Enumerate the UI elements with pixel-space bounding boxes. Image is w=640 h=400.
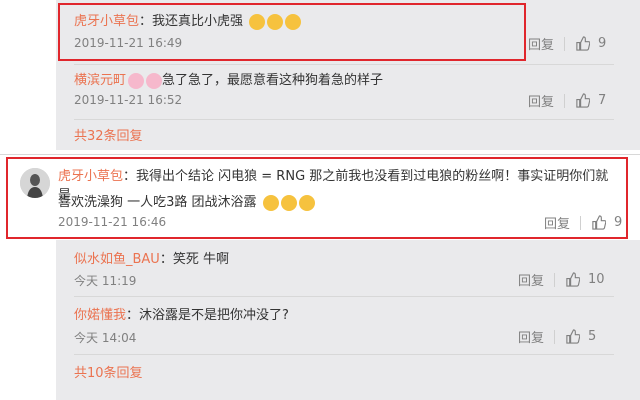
- comment-text: ：沐浴露是不是把你冲没了?: [126, 308, 289, 323]
- divider: [554, 329, 556, 344]
- divider: [564, 93, 566, 108]
- timestamp: 今天 11:19: [74, 274, 137, 288]
- pig-emoji-icon: [128, 72, 145, 89]
- more-replies-link[interactable]: 共10条回复: [74, 362, 143, 381]
- thumbs-up-icon[interactable]: [575, 93, 591, 108]
- reply-button[interactable]: 回复: [528, 34, 554, 53]
- more-replies-link[interactable]: 共32条回复: [74, 125, 143, 144]
- reply-button[interactable]: 回复: [528, 91, 554, 110]
- username[interactable]: 横滨元町: [74, 73, 126, 88]
- reply-item: 似水如鱼_BAU：笑死 牛啊: [74, 248, 229, 267]
- thumbs-up-icon[interactable]: [565, 272, 581, 287]
- comment-text: ：笑死 牛啊: [159, 252, 229, 267]
- divider: [554, 272, 556, 287]
- thumbs-up-icon[interactable]: [575, 36, 591, 51]
- highlight-box: [58, 3, 526, 61]
- like-count: 7: [598, 93, 607, 108]
- divider: [0, 154, 640, 155]
- comment-actions: 回复 10: [518, 270, 605, 289]
- divider: [74, 296, 614, 297]
- comment-text: 急了急了，最愿意看这种狗着急的样子: [162, 73, 384, 88]
- like-count: 10: [588, 272, 605, 287]
- highlight-box: [6, 157, 628, 239]
- divider: [564, 36, 566, 51]
- timestamp: 今天 14:04: [74, 331, 137, 345]
- reply-button[interactable]: 回复: [518, 270, 544, 289]
- username[interactable]: 你婼懂我: [74, 308, 126, 323]
- reply-button[interactable]: 回复: [518, 327, 544, 346]
- reply-item: 你婼懂我：沐浴露是不是把你冲没了?: [74, 304, 289, 323]
- like-count: 9: [598, 36, 607, 51]
- username[interactable]: 似水如鱼_BAU: [74, 252, 160, 267]
- divider: [74, 64, 614, 65]
- comment-actions: 回复 7: [528, 91, 606, 110]
- like-count: 5: [588, 329, 597, 344]
- divider: [74, 119, 614, 120]
- divider: [74, 354, 614, 355]
- comment-actions: 回复 5: [518, 327, 596, 346]
- comment-actions: 回复 9: [528, 34, 606, 53]
- pig-emoji-icon: [146, 72, 163, 89]
- timestamp: 2019-11-21 16:52: [74, 93, 183, 107]
- thumbs-up-icon[interactable]: [565, 329, 581, 344]
- reply-item: 横滨元町 急了急了，最愿意看这种狗着急的样子: [74, 69, 383, 89]
